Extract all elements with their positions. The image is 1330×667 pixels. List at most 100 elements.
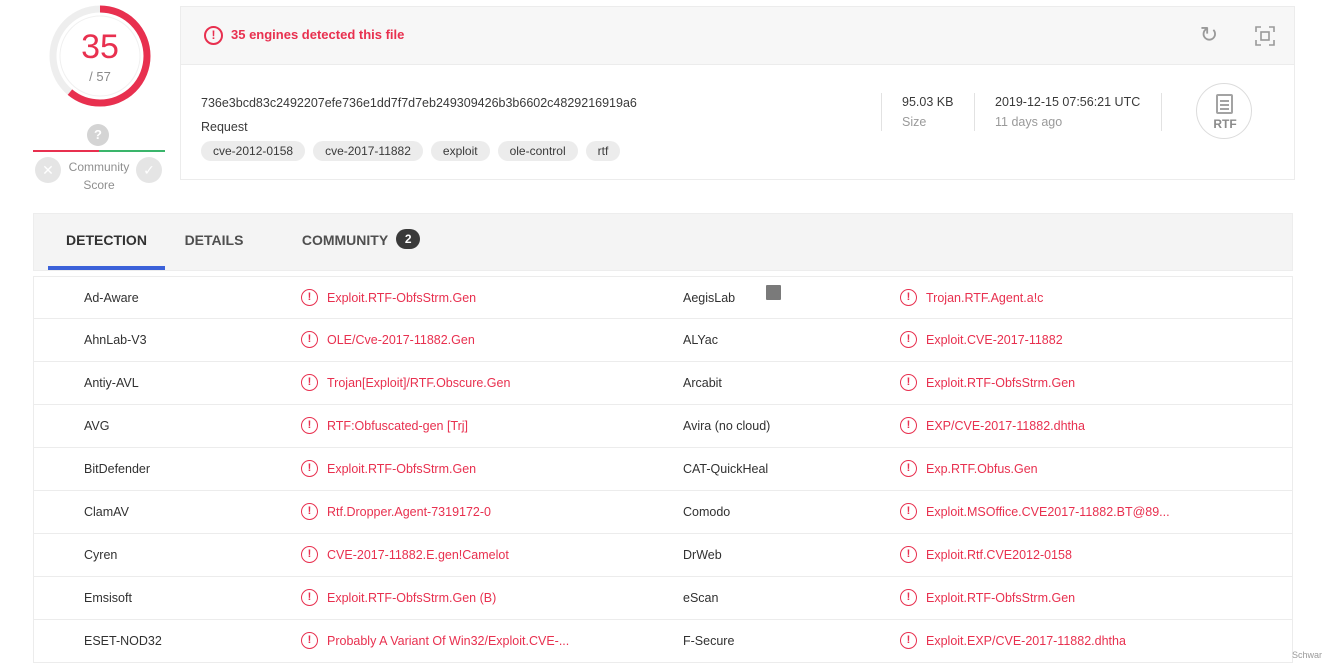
engine-name: AegisLab (683, 291, 736, 305)
engine-name: Avira (no cloud) (683, 419, 771, 433)
table-row: Emsisoft! Exploit.RTF-ObfsStrm.Gen (B) eSc… (33, 577, 1293, 620)
engine-name: ESET-NOD32 (84, 634, 162, 648)
divider (974, 93, 975, 131)
detection-result: Exploit.RTF-ObfsStrm.Gen (926, 376, 1076, 390)
tag[interactable]: rtf (585, 141, 621, 161)
tab-detection[interactable]: DETECTION (48, 214, 165, 270)
scan-date-relative: 11 days ago (995, 115, 1063, 129)
file-size-label: Size (902, 115, 927, 129)
engine-name: Comodo (683, 505, 731, 519)
detection-result: OLE/Cve-2017-11882.Gen (327, 333, 475, 347)
tag[interactable]: ole-control (497, 141, 578, 161)
engine-name: Antiy-AVL (84, 376, 139, 390)
alert-icon: ! (900, 503, 917, 520)
alert-icon: ! (900, 632, 917, 649)
detection-result: Trojan.RTF.Agent.a!c (926, 291, 1044, 305)
table-row: ESET-NOD32! Probably A Variant Of Win32/E… (33, 620, 1293, 663)
table-row: ClamAV! Rtf.Dropper.Agent-7319172-0 Comodo… (33, 491, 1293, 534)
file-name: Request (201, 120, 248, 134)
help-icon[interactable]: ? (87, 124, 109, 146)
alert-icon: ! (301, 546, 318, 563)
alert-icon: ! (900, 417, 917, 434)
watermark: Schwar (1292, 650, 1323, 660)
detection-score-gauge: 35 / 57 (48, 4, 152, 108)
info-square-icon[interactable] (766, 285, 781, 300)
alert-icon: ! (900, 460, 917, 477)
detection-result: Exploit.RTF-ObfsStrm.Gen (327, 462, 477, 476)
detection-result: Exploit.RTF-ObfsStrm.Gen (B) (327, 591, 497, 605)
community-score: ? ✕ Community Score ✓ (33, 124, 165, 194)
check-icon[interactable]: ✓ (136, 157, 162, 183)
detection-result: Exploit.EXP/CVE-2017-11882.dhtha (926, 634, 1126, 648)
detection-table: Ad-Aware! Exploit.RTF-ObfsStrm.Gen AegisLa… (33, 276, 1293, 663)
engine-name: BitDefender (84, 462, 151, 476)
table-row: AhnLab-V3! OLE/Cve-2017-11882.Gen ALYac! Ex… (33, 319, 1293, 362)
divider (1161, 93, 1162, 131)
file-type-badge: RTF (1196, 83, 1252, 139)
alert-icon: ! (301, 417, 318, 434)
community-score-label: Community Score (68, 160, 130, 192)
detection-result: CVE-2017-11882.E.gen!Camelot (327, 548, 509, 562)
table-row: BitDefender! Exploit.RTF-ObfsStrm.Gen CAT-… (33, 448, 1293, 491)
tag[interactable]: cve-2017-11882 (313, 141, 423, 161)
detection-result: Exploit.RTF-ObfsStrm.Gen (327, 291, 477, 305)
alert-icon: ! (301, 331, 318, 348)
tag-list: cve-2012-0158 cve-2017-11882 exploit ole… (201, 141, 621, 161)
engine-name: Cyren (84, 548, 118, 562)
alert-icon: ! (900, 546, 917, 563)
detection-result: Exploit.Rtf.CVE2012-0158 (926, 548, 1072, 562)
detection-result: Trojan[Exploit]/RTF.Obscure.Gen (327, 376, 511, 390)
alert-icon: ! (900, 374, 917, 391)
table-row: Antiy-AVL! Trojan[Exploit]/RTF.Obscure.Ge… (33, 362, 1293, 405)
reload-icon[interactable]: ↻ (1197, 23, 1221, 47)
divider (881, 93, 882, 131)
engine-name: AVG (84, 419, 110, 433)
alert-icon: ! (204, 26, 223, 45)
community-positive-bar (99, 150, 165, 152)
file-size-value: 95.03 KB (902, 95, 954, 109)
engine-name: AhnLab-V3 (84, 333, 147, 347)
community-negative-bar (33, 150, 99, 152)
alert-icon: ! (301, 374, 318, 391)
detection-alert-text: 35 engines detected this file (231, 27, 405, 42)
engine-name: eScan (683, 591, 719, 605)
engine-name: ALYac (683, 333, 718, 347)
tag[interactable]: cve-2012-0158 (201, 141, 306, 161)
engine-name: Emsisoft (84, 591, 132, 605)
tab-community-label: COMMUNITY (301, 232, 389, 248)
table-row: AVG! RTF:Obfuscated-gen [Trj] Avira (no cl… (33, 405, 1293, 448)
engine-name: Ad-Aware (84, 291, 139, 305)
tag[interactable]: exploit (430, 141, 490, 161)
detection-result: EXP/CVE-2017-11882.dhtha (926, 419, 1085, 433)
detection-result: Exploit.RTF-ObfsStrm.Gen (926, 591, 1076, 605)
engine-name: Arcabit (683, 376, 722, 390)
total-engines: / 57 (89, 69, 111, 84)
close-icon[interactable]: ✕ (35, 157, 61, 183)
detection-result: RTF:Obfuscated-gen [Trj] (327, 419, 469, 433)
alert-icon: ! (301, 632, 318, 649)
tab-details[interactable]: DETAILS (174, 214, 254, 270)
community-count-badge: 2 (396, 229, 421, 250)
file-summary-card: ! 35 engines detected this file ↻ 736e3b… (180, 6, 1295, 180)
tab-bar: DETECTION DETAILS COMMUNITY 2 (33, 213, 1293, 271)
tab-community[interactable]: COMMUNITY 2 (296, 214, 426, 270)
detection-result: Probably A Variant Of Win32/Exploit.CVE-… (327, 634, 570, 648)
detection-result: Exp.RTF.Obfus.Gen (926, 462, 1038, 476)
file-hash[interactable]: 736e3bcd83c2492207efe736e1dd7f7d7eb24930… (201, 96, 637, 110)
detection-result: Exploit.MSOffice.CVE2017-11882.BT@89... (926, 505, 1170, 519)
engine-name: ClamAV (84, 505, 129, 519)
document-icon (1216, 94, 1233, 114)
alert-icon: ! (301, 503, 318, 520)
engine-name: DrWeb (683, 548, 722, 562)
table-row: Cyren! CVE-2017-11882.E.gen!Camelot DrWeb!… (33, 534, 1293, 577)
engine-name: F-Secure (683, 634, 735, 648)
alert-icon: ! (301, 289, 318, 306)
detection-result: Exploit.CVE-2017-11882 (926, 333, 1063, 347)
alert-icon: ! (900, 331, 917, 348)
alert-icon: ! (900, 289, 917, 306)
alert-icon: ! (301, 589, 318, 606)
expand-icon[interactable] (1254, 25, 1276, 47)
engine-name: CAT-QuickHeal (683, 462, 769, 476)
scan-date-value: 2019-12-15 07:56:21 UTC (995, 95, 1141, 109)
table-row: Ad-Aware! Exploit.RTF-ObfsStrm.Gen AegisLa… (33, 276, 1293, 319)
